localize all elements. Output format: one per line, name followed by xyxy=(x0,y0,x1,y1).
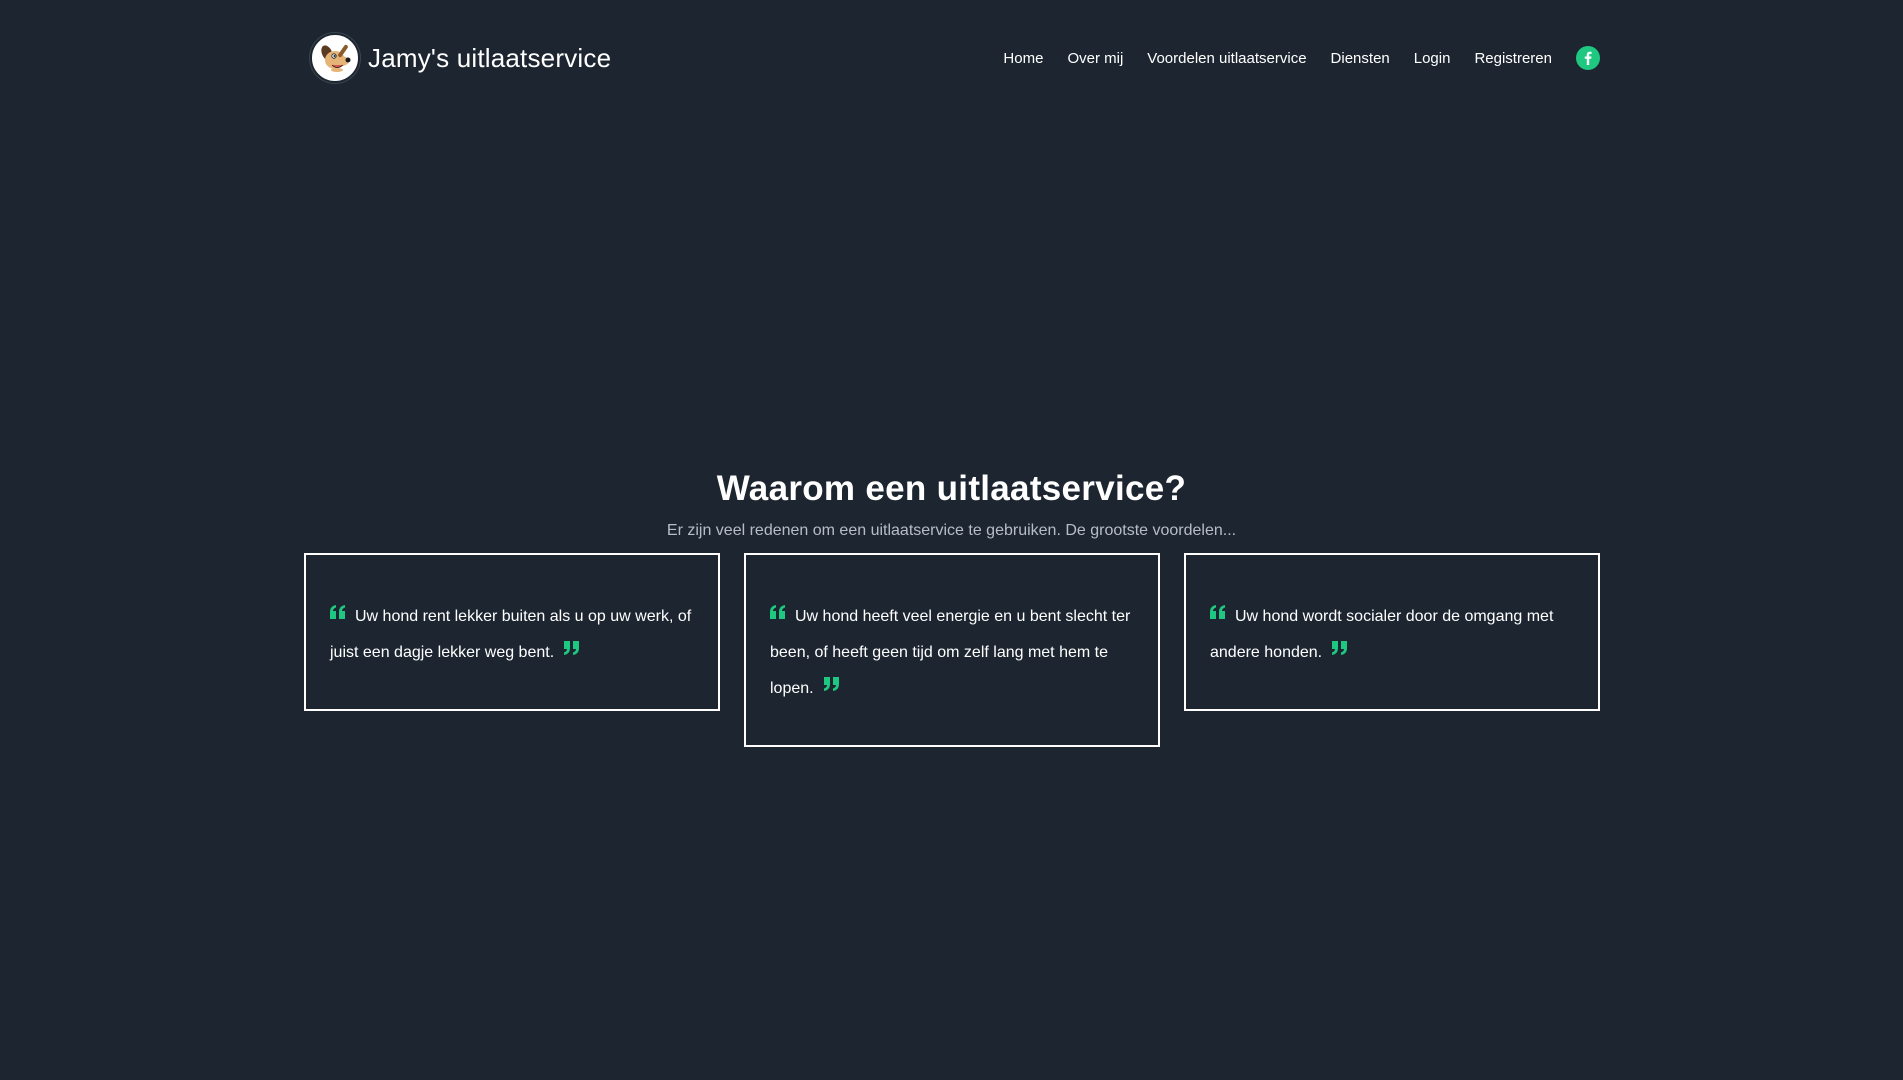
benefit-text: Uw hond wordt socialer door de omgang me… xyxy=(1210,608,1554,662)
brand-link[interactable]: Jamy's uitlaatservice xyxy=(310,33,611,83)
close-quote-icon xyxy=(563,633,580,669)
dog-logo-icon xyxy=(310,33,360,83)
benefit-card: Uw hond wordt socialer door de omgang me… xyxy=(1184,553,1600,712)
benefit-cards: Uw hond rent lekker buiten als u op uw w… xyxy=(304,553,1600,748)
benefit-card: Uw hond heeft veel energie en u bent sle… xyxy=(744,553,1160,748)
nav-login[interactable]: Login xyxy=(1414,50,1451,67)
nav-diensten[interactable]: Diensten xyxy=(1331,50,1390,67)
open-quote-icon xyxy=(330,597,346,633)
nav-over-mij[interactable]: Over mij xyxy=(1067,50,1123,67)
open-quote-icon xyxy=(770,597,786,633)
section-title: Waarom een uitlaatservice? xyxy=(716,469,1187,509)
section-subtitle: Er zijn veel redenen om een uitlaatservi… xyxy=(666,522,1237,539)
benefit-card: Uw hond rent lekker buiten als u op uw w… xyxy=(304,553,720,712)
brand-name: Jamy's uitlaatservice xyxy=(368,42,612,73)
benefit-text: Uw hond rent lekker buiten als u op uw w… xyxy=(330,608,692,662)
open-quote-icon xyxy=(1210,597,1226,633)
facebook-icon[interactable] xyxy=(1576,46,1600,70)
nav-home[interactable]: Home xyxy=(1003,50,1043,67)
nav-registreren[interactable]: Registreren xyxy=(1474,50,1552,67)
nav-voordelen[interactable]: Voordelen uitlaatservice xyxy=(1147,50,1306,67)
main-nav: Home Over mij Voordelen uitlaatservice D… xyxy=(1003,46,1600,70)
site-header: Jamy's uitlaatservice Home Over mij Voor… xyxy=(304,32,1600,84)
close-quote-icon xyxy=(1331,633,1348,669)
close-quote-icon xyxy=(823,669,839,705)
